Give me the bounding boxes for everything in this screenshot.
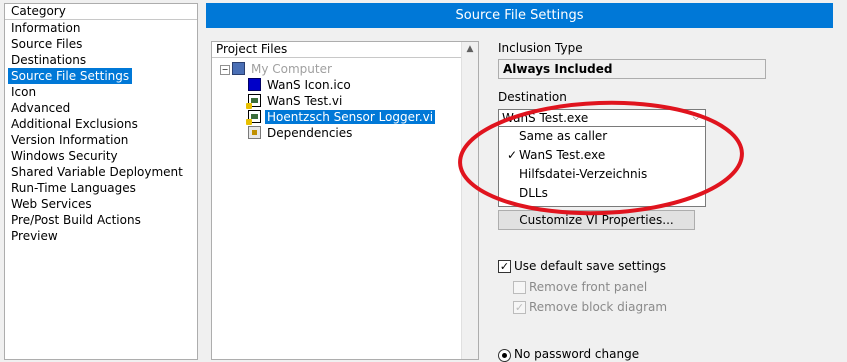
category-item[interactable]: Web Services xyxy=(8,196,95,212)
remove-block-diagram-label: Remove block diagram xyxy=(529,300,668,314)
inclusion-type-field[interactable]: Always Included xyxy=(498,59,766,79)
category-item[interactable]: Destinations xyxy=(8,52,89,68)
category-item[interactable]: Additional Exclusions xyxy=(8,116,141,132)
destination-select[interactable]: WanS Test.exe ⌵ xyxy=(498,109,706,127)
category-item[interactable]: Run-Time Languages xyxy=(8,180,139,196)
tree-node-label: Dependencies xyxy=(267,126,353,140)
vi-file-icon xyxy=(246,110,261,125)
remove-front-panel-checkbox xyxy=(513,281,526,294)
page-title: Source File Settings xyxy=(206,3,833,28)
tree-node-label: My Computer xyxy=(251,62,332,76)
tree-scrollbar[interactable] xyxy=(461,57,478,359)
category-panel: Category Information Source Files Destinat… xyxy=(4,3,198,360)
category-item[interactable]: Shared Variable Deployment xyxy=(8,164,186,180)
dropdown-option-label: WanS Test.exe xyxy=(519,148,606,162)
category-item[interactable]: Information xyxy=(8,20,83,36)
inclusion-type-label: Inclusion Type xyxy=(498,41,583,55)
dropdown-option-label: Hilfsdatei-Verzeichnis xyxy=(519,167,648,181)
settings-area: Source File Settings Project Files ▲ − M… xyxy=(206,3,847,362)
dropdown-option[interactable]: DLLs xyxy=(499,184,705,203)
scroll-up-arrow-icon[interactable]: ▲ xyxy=(461,42,478,57)
dropdown-option[interactable]: Same as caller xyxy=(499,127,705,146)
destination-label: Destination xyxy=(498,90,567,104)
remove-front-panel-label: Remove front panel xyxy=(529,280,648,294)
tree-node-label: WanS Test.vi xyxy=(267,94,343,108)
category-item[interactable]: Source File Settings xyxy=(8,68,133,84)
use-default-save-label: Use default save settings xyxy=(514,259,667,273)
chevron-down-icon[interactable]: ⌵ xyxy=(689,110,703,126)
category-item[interactable]: Version Information xyxy=(8,132,131,148)
category-header: Category xyxy=(5,4,197,20)
category-item[interactable]: Advanced xyxy=(8,100,73,116)
project-files-header: Project Files ▲ xyxy=(212,42,478,58)
project-files-header-label: Project Files xyxy=(216,42,288,56)
computer-icon xyxy=(232,62,245,75)
destination-value: WanS Test.exe xyxy=(502,111,589,125)
category-item[interactable]: Source Files xyxy=(8,36,85,52)
dropdown-option[interactable]: ✓ WanS Test.exe xyxy=(499,146,705,165)
category-item[interactable]: Pre/Post Build Actions xyxy=(8,212,144,228)
vi-file-icon xyxy=(246,94,261,109)
tree-node-icon-file[interactable]: WanS Icon.ico xyxy=(248,77,353,93)
tree-node-label: WanS Icon.ico xyxy=(267,78,351,92)
dropdown-option-label: Same as caller xyxy=(519,129,608,143)
category-item[interactable]: Windows Security xyxy=(8,148,121,164)
category-item[interactable]: Preview xyxy=(8,228,61,244)
tree-node-dependencies[interactable]: Dependencies xyxy=(248,125,354,141)
checkmark-icon: ✓ xyxy=(507,148,518,162)
dependencies-icon xyxy=(248,126,261,139)
tree-node-label: Hoentzsch Sensor Logger.vi xyxy=(265,110,436,124)
tree-node-hoentzsch-logger-vi[interactable]: Hoentzsch Sensor Logger.vi xyxy=(246,109,436,125)
project-files-tree[interactable]: Project Files ▲ − My Computer WanS Icon.… xyxy=(211,41,479,360)
remove-block-diagram-checkbox: ✓ xyxy=(513,301,526,314)
category-list: Information Source Files Destinations Sourc… xyxy=(5,20,197,244)
collapse-toggle-icon[interactable]: − xyxy=(220,65,230,75)
ico-file-icon xyxy=(248,78,261,91)
destination-dropdown-list: Same as caller ✓ WanS Test.exe Hilfsdatei-V… xyxy=(498,127,706,207)
category-item[interactable]: Icon xyxy=(8,84,39,100)
no-password-change-radio[interactable] xyxy=(498,349,511,362)
use-default-save-checkbox[interactable]: ✓ xyxy=(498,260,511,273)
tree-node-wans-test-vi[interactable]: WanS Test.vi xyxy=(246,93,344,109)
customize-vi-properties-button[interactable]: Customize VI Properties... xyxy=(498,210,695,230)
dropdown-option-label: DLLs xyxy=(519,186,548,200)
no-password-change-label: No password change xyxy=(514,347,640,361)
tree-node-my-computer[interactable]: My Computer xyxy=(232,61,334,77)
dropdown-option[interactable]: Hilfsdatei-Verzeichnis xyxy=(499,165,705,184)
